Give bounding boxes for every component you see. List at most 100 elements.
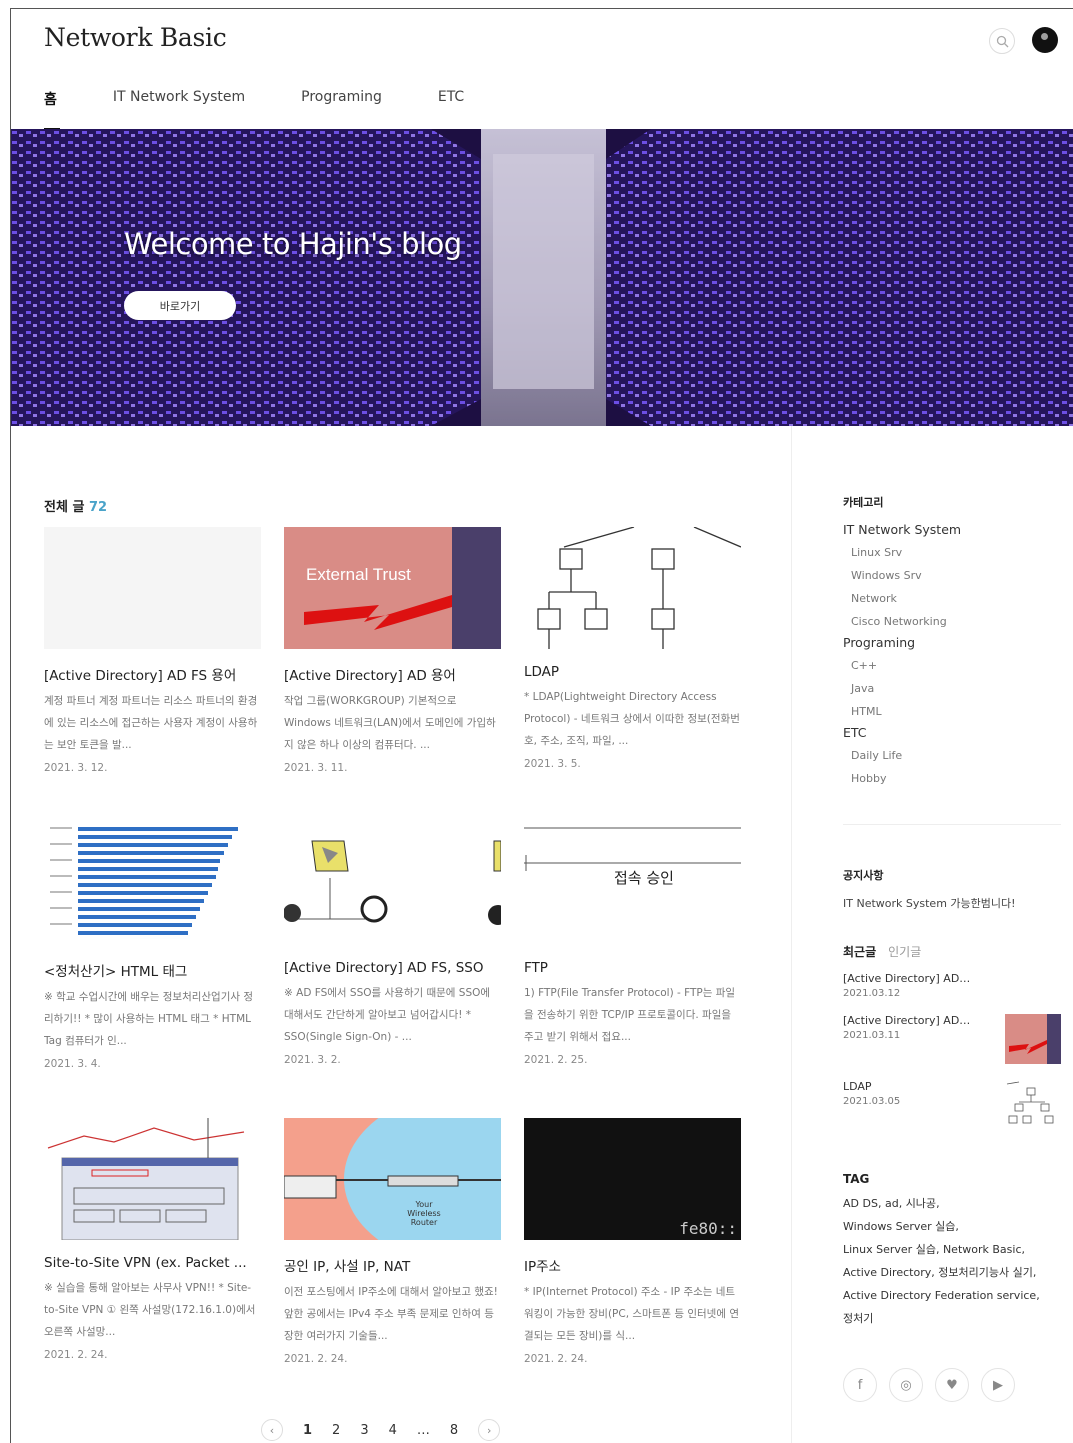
- category-linux-srv[interactable]: Linux Srv: [851, 541, 1063, 564]
- tag-item[interactable]: AD DS: [843, 1197, 878, 1210]
- tag-heading: TAG: [843, 1172, 870, 1186]
- page-1[interactable]: 1: [303, 1423, 312, 1438]
- post-card[interactable]: External Trust [Active Directory] AD 용어 …: [284, 527, 501, 774]
- tag-item[interactable]: Linux Server 실습: [843, 1243, 936, 1256]
- tag-item[interactable]: Active Directory Federation service: [843, 1289, 1036, 1302]
- category-daily-life[interactable]: Daily Life: [851, 744, 1063, 767]
- post-title[interactable]: IP주소: [524, 1255, 741, 1275]
- post-excerpt: 작업 그룹(WORKGROUP) 기본적으로 Windows 네트워크(LAN)…: [284, 695, 496, 751]
- post-title[interactable]: [Active Directory] AD FS, SSO: [284, 960, 501, 976]
- pagination: ‹ 1 2 3 4 … 8 ›: [261, 1419, 501, 1441]
- tag-item[interactable]: Active Directory: [843, 1266, 931, 1279]
- next-page-button[interactable]: ›: [478, 1419, 501, 1441]
- post-card[interactable]: Your Wireless Router 공인 IP, 사설 IP, NAT 이…: [284, 1118, 501, 1365]
- post-count-value: 72: [88, 500, 108, 515]
- search-button[interactable]: [989, 28, 1015, 54]
- page-ellipsis: …: [416, 1422, 430, 1438]
- post-title[interactable]: LDAP: [524, 664, 741, 680]
- post-excerpt: * IP(Internet Protocol) 주소 - IP 주소는 네트워킹…: [524, 1286, 740, 1342]
- post-date: 2021. 2. 24.: [44, 1349, 108, 1361]
- post-date: 2021. 2. 25.: [524, 1054, 588, 1066]
- thumbnail-caption: fe80::: [679, 1219, 737, 1238]
- category-cpp[interactable]: C++: [851, 654, 1063, 677]
- post-title[interactable]: <정처산기> HTML 태그: [44, 960, 261, 980]
- category-etc[interactable]: ETC: [843, 725, 1063, 740]
- post-title[interactable]: 공인 IP, 사설 IP, NAT: [284, 1255, 501, 1275]
- recent-popular-tabs: 최근글 인기글: [843, 943, 1063, 960]
- post-thumbnail: [44, 1118, 261, 1240]
- post-excerpt: 계정 파트너 계정 파트너는 리소스 파트너의 환경에 있는 리소스에 접근하는…: [44, 695, 258, 751]
- tag-item[interactable]: Network Basic: [943, 1243, 1022, 1256]
- category-windows-srv[interactable]: Windows Srv: [851, 564, 1063, 587]
- notice-item[interactable]: IT Network System 가능한범니다!: [843, 895, 1063, 911]
- page-3[interactable]: 3: [360, 1423, 368, 1438]
- tab-recent[interactable]: 최근글: [843, 943, 876, 960]
- category-hobby[interactable]: Hobby: [851, 767, 1063, 790]
- post-count: 전체 글 72: [44, 496, 744, 515]
- tag-item[interactable]: ad: [885, 1197, 899, 1210]
- post-count-label: 전체 글: [44, 500, 85, 515]
- post-card[interactable]: 접속 승인 FTP 1) FTP(File Transfer Protocol)…: [524, 823, 741, 1066]
- recent-post[interactable]: [Active Directory] AD… 2021.03.12: [843, 972, 1063, 1014]
- category-network[interactable]: Network: [851, 587, 1063, 610]
- nav-item-home[interactable]: 홈: [44, 89, 60, 131]
- recent-post-title: [Active Directory] AD…: [843, 972, 971, 985]
- tag-item[interactable]: Windows Server 실습: [843, 1220, 955, 1233]
- hero-go-button[interactable]: 바로가기: [124, 291, 236, 320]
- nav-item-it-network-system[interactable]: IT Network System: [113, 89, 245, 131]
- recent-post-thumbnail: [1005, 1014, 1061, 1064]
- youtube-icon[interactable]: ▶: [981, 1368, 1015, 1402]
- post-date: 2021. 3. 12.: [44, 762, 108, 774]
- category-java[interactable]: Java: [851, 677, 1063, 700]
- search-icon: [996, 35, 1008, 47]
- post-title[interactable]: [Active Directory] AD FS 용어: [44, 664, 261, 684]
- post-title[interactable]: Site-to-Site VPN (ex. Packet ...: [44, 1255, 261, 1271]
- prev-page-button[interactable]: ‹: [261, 1419, 283, 1441]
- category-cisco-networking[interactable]: Cisco Networking: [851, 610, 1063, 633]
- instagram-icon[interactable]: ◎: [889, 1368, 923, 1402]
- facebook-icon[interactable]: f: [843, 1368, 877, 1402]
- post-thumbnail: 접속 승인: [524, 823, 741, 945]
- post-card[interactable]: LDAP * LDAP(Lightweight Directory Access…: [524, 527, 741, 770]
- recent-post-date: 2021.03.12: [843, 988, 901, 999]
- nav-item-programing[interactable]: Programing: [301, 89, 382, 131]
- tag-item[interactable]: 정보처리기능사 실기: [938, 1266, 1033, 1279]
- thumbnail-caption: External Trust: [306, 565, 411, 584]
- recent-post[interactable]: [Active Directory] AD… 2021.03.11: [843, 1014, 1063, 1080]
- blog-page: Network Basic 홈 IT Network System Progra…: [10, 8, 1073, 1443]
- category-programing[interactable]: Programing: [843, 635, 1063, 650]
- post-card[interactable]: [Active Directory] AD FS 용어 계정 파트너 계정 파트…: [44, 527, 261, 774]
- post-card[interactable]: [Active Directory] AD FS, SSO ※ AD FS에서 …: [284, 823, 501, 1066]
- tag-item[interactable]: 시나공: [906, 1197, 936, 1210]
- sidebar: 카테고리 IT Network System Linux Srv Windows…: [843, 494, 1063, 1402]
- post-thumbnail: [524, 527, 741, 649]
- post-excerpt: ※ AD FS에서 SSO를 사용하기 때문에 SSO에 대해서도 간단하게 알…: [284, 987, 491, 1043]
- profile-avatar[interactable]: [1032, 27, 1058, 53]
- category-it-network-system[interactable]: IT Network System: [843, 522, 1063, 537]
- tab-popular[interactable]: 인기글: [888, 943, 921, 960]
- post-card[interactable]: fe80:: IP주소 * IP(Internet Protocol) 주소 -…: [524, 1118, 741, 1365]
- category-html[interactable]: HTML: [851, 700, 1063, 723]
- post-date: 2021. 3. 5.: [524, 758, 581, 770]
- post-title[interactable]: [Active Directory] AD 용어: [284, 664, 501, 684]
- tag-cloud: AD DS, ad, 시나공, Windows Server 실습, Linux…: [843, 1197, 1040, 1325]
- post-card[interactable]: <정처산기> HTML 태그 ※ 학교 수업시간에 배우는 정보처리산업기사 정…: [44, 823, 261, 1070]
- post-excerpt: ※ 학교 수업시간에 배우는 정보처리산업기사 정리하기!! * 많이 사용하는…: [44, 991, 254, 1047]
- page-4[interactable]: 4: [389, 1423, 397, 1438]
- post-title[interactable]: FTP: [524, 960, 741, 976]
- notice-heading: 공지사항: [843, 869, 884, 882]
- thumbnail-caption: Your Wireless Router: [407, 1200, 441, 1227]
- nav-item-etc[interactable]: ETC: [438, 89, 464, 131]
- page-8[interactable]: 8: [450, 1423, 458, 1438]
- post-list-section: 전체 글 72 [Active Directory] AD FS 용어 계정 파…: [44, 496, 744, 1365]
- tag-item[interactable]: 정처기: [843, 1312, 873, 1325]
- page-2[interactable]: 2: [332, 1423, 340, 1438]
- post-date: 2021. 2. 24.: [284, 1353, 348, 1365]
- social-links: f ◎ ♥ ▶: [843, 1368, 1063, 1402]
- twitter-icon[interactable]: ♥: [935, 1368, 969, 1402]
- post-excerpt: * LDAP(Lightweight Directory Access Prot…: [524, 691, 740, 747]
- server-room-image: [11, 129, 1073, 426]
- site-title[interactable]: Network Basic: [44, 23, 227, 52]
- recent-post[interactable]: LDAP 2021.03.05: [843, 1080, 1063, 1172]
- post-card[interactable]: Site-to-Site VPN (ex. Packet ... ※ 실습을 통…: [44, 1118, 261, 1361]
